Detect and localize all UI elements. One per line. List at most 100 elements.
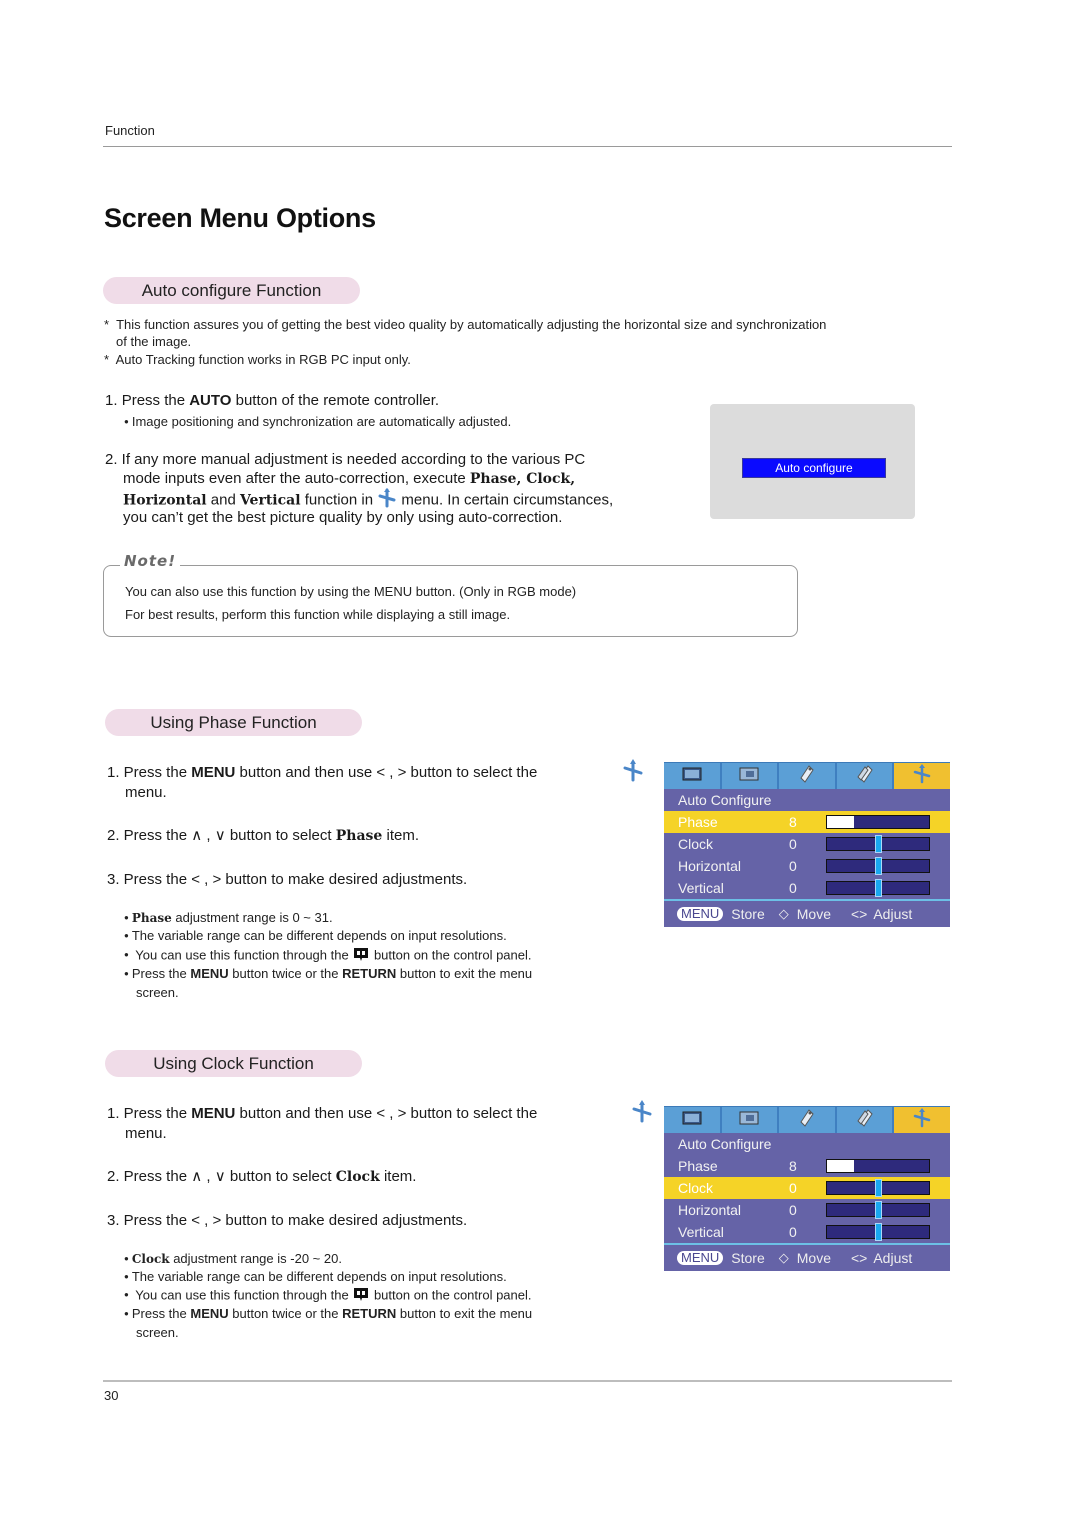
clock-step-1-cont: menu. xyxy=(125,1125,167,1142)
osd-tab-tags[interactable] xyxy=(837,1107,895,1133)
auto-key-label: AUTO xyxy=(189,392,232,409)
osd-row-value: 8 xyxy=(789,1158,797,1174)
osd-tab-move-cross[interactable] xyxy=(894,763,950,789)
osd-clock-slider[interactable] xyxy=(826,1179,930,1197)
osd-footer: MENU Store ◇ Move <> Adjust xyxy=(664,899,950,927)
osd-tab-tag[interactable] xyxy=(779,763,837,789)
osd-vertical-slider[interactable] xyxy=(826,1223,930,1241)
osd-menu-phase: Auto Configure Phase 8 Clock 0 Horizonta… xyxy=(664,762,950,927)
step-text: button of the remote controller. xyxy=(231,392,440,409)
osd-horizontal-slider[interactable] xyxy=(826,1201,930,1219)
osd-tab-picture[interactable] xyxy=(664,1107,722,1133)
clock-bullet-4: Press the MENU button twice or the RETUR… xyxy=(124,1305,532,1322)
store-hint: Store xyxy=(731,1250,765,1266)
osd-row-label: Clock xyxy=(678,1180,714,1196)
osd-row-horizontal[interactable]: Horizontal 0 xyxy=(664,1199,950,1221)
osd-row-label: Phase xyxy=(678,1158,718,1174)
bullet-text: button to exit the menu xyxy=(396,1306,533,1321)
osd-row-label: Horizontal xyxy=(678,1202,742,1218)
osd-row-label: Clock xyxy=(678,836,714,852)
move-cross-icon xyxy=(622,759,644,788)
clock-bullet-4-cont: screen. xyxy=(136,1325,179,1340)
osd-menu-clock: Auto Configure Phase 8 Clock 0 Horizonta… xyxy=(664,1106,950,1271)
osd-phase-slider[interactable] xyxy=(826,815,930,829)
slider-knob[interactable] xyxy=(875,1179,882,1197)
auto-configure-osd-button: Auto configure xyxy=(742,458,886,478)
osd-row-vertical[interactable]: Vertical 0 xyxy=(664,877,950,899)
osd-tab-screen[interactable] xyxy=(722,1107,780,1133)
osd-row-label: Vertical xyxy=(678,880,724,896)
osd-tab-tag[interactable] xyxy=(779,1107,837,1133)
step-text: mode inputs even after the auto-correcti… xyxy=(123,470,470,487)
step-text: button and then use < , > button to sele… xyxy=(235,1105,538,1122)
clock-bullet-1: Clock adjustment range is -20 ~ 20. xyxy=(124,1250,342,1268)
clock-heading: Using Clock Function xyxy=(105,1050,362,1077)
osd-vertical-slider[interactable] xyxy=(826,879,930,897)
osd-row-value: 0 xyxy=(789,1180,797,1196)
phase-bullet-2: The variable range can be different depe… xyxy=(124,927,507,944)
step-text: 2. Press the ∧ , ∨ button to select xyxy=(107,827,336,844)
phase-bullet-4-cont: screen. xyxy=(136,985,179,1000)
return-key-label: RETURN xyxy=(342,966,397,981)
osd-row-value: 0 xyxy=(789,880,797,896)
osd-row-phase[interactable]: Phase 8 xyxy=(664,1155,950,1177)
osd-row-auto-configure[interactable]: Auto Configure xyxy=(664,1133,950,1155)
control-panel-button-icon xyxy=(352,946,370,966)
clock-step-3: 3. Press the < , > button to make desire… xyxy=(107,1212,468,1229)
osd-row-value: 0 xyxy=(789,836,797,852)
auto-step-2-line2: mode inputs even after the auto-correcti… xyxy=(123,469,575,490)
picture-icon xyxy=(682,767,702,786)
osd-row-horizontal[interactable]: Horizontal 0 xyxy=(664,855,950,877)
osd-row-phase[interactable]: Phase 8 xyxy=(664,811,950,833)
note-text: This function assures you of getting the… xyxy=(116,317,827,332)
bullet-text: button on the control panel. xyxy=(373,1287,532,1303)
osd-row-clock[interactable]: Clock 0 xyxy=(664,833,950,855)
page-number: 30 xyxy=(104,1388,119,1403)
horizontal-label: Horizontal xyxy=(123,492,207,509)
clock-label: Clock xyxy=(131,1252,170,1266)
bullet-text: You can use this function through the xyxy=(135,1287,349,1303)
menu-key-badge: MENU xyxy=(677,907,724,921)
slider-knob[interactable] xyxy=(875,1223,882,1241)
slider-knob[interactable] xyxy=(875,835,882,853)
osd-phase-slider[interactable] xyxy=(826,1159,930,1173)
osd-clock-slider[interactable] xyxy=(826,835,930,853)
phase-bullet-1: Phase adjustment range is 0 ~ 31. xyxy=(124,909,333,927)
bullet-text: button on the control panel. xyxy=(373,947,532,963)
osd-tab-picture[interactable] xyxy=(664,763,722,789)
step-text: menu. In certain circumstances, xyxy=(397,491,614,509)
note-asterisk-1: * This function assures you of getting t… xyxy=(104,317,827,332)
slider-knob[interactable] xyxy=(875,879,882,897)
osd-tab-move-cross[interactable] xyxy=(894,1107,950,1133)
move-cross-icon xyxy=(913,1107,931,1133)
osd-row-value: 0 xyxy=(789,858,797,874)
menu-key-label: MENU xyxy=(190,966,229,981)
osd-tab-tags[interactable] xyxy=(837,763,895,789)
step-text: item. xyxy=(382,827,420,844)
slider-knob[interactable] xyxy=(875,857,882,875)
bullet-text: You can use this function through the xyxy=(135,947,349,963)
clock-step-1: 1. Press the MENU button and then use < … xyxy=(107,1104,537,1124)
slider-fill xyxy=(827,1160,854,1172)
osd-tab-screen[interactable] xyxy=(722,763,780,789)
phase-step-1: 1. Press the MENU button and then use < … xyxy=(107,763,537,783)
adjust-hint: Adjust xyxy=(873,1250,913,1266)
clock-label: Clock xyxy=(335,1169,380,1185)
phase-label: Phase xyxy=(335,828,383,844)
note-asterisk-2: * Auto Tracking function works in RGB PC… xyxy=(104,352,411,367)
osd-row-clock[interactable]: Clock 0 xyxy=(664,1177,950,1199)
bullet-text: adjustment range is -20 ~ 20. xyxy=(169,1251,342,1266)
auto-step-1-bullet: Image positioning and synchronization ar… xyxy=(124,413,511,430)
adjust-leftright-icon: <> xyxy=(850,1250,868,1266)
osd-tab-bar xyxy=(664,1106,950,1133)
osd-row-auto-configure[interactable]: Auto Configure xyxy=(664,789,950,811)
osd-horizontal-slider[interactable] xyxy=(826,857,930,875)
adjust-leftright-icon: <> xyxy=(850,906,868,922)
bullet-text: Press the xyxy=(131,966,191,981)
note-line-2: For best results, perform this function … xyxy=(125,607,511,622)
osd-row-vertical[interactable]: Vertical 0 xyxy=(664,1221,950,1243)
phase-step-2: 2. Press the ∧ , ∨ button to select Phas… xyxy=(107,826,419,847)
slider-knob[interactable] xyxy=(875,1201,882,1219)
osd-row-value: 8 xyxy=(789,814,797,830)
osd-row-value: 0 xyxy=(789,1202,797,1218)
